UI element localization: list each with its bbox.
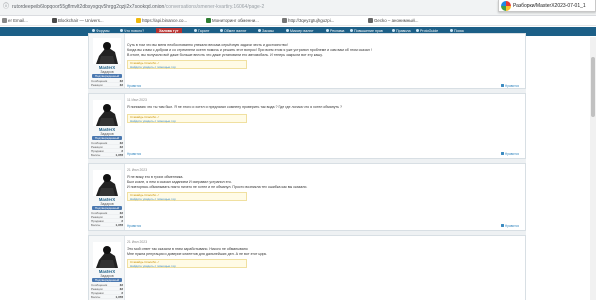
post-text: Это мой ответ так сказали в этим заработ…	[127, 247, 268, 256]
post-3-body: 21 Июл 2023 Я не вижу его в троих обменн…	[127, 164, 525, 230]
user-badge: Подтвержденный	[92, 74, 122, 78]
reply-link[interactable]: Нравится	[500, 84, 519, 88]
post-4-user: MasterX Задаров Подтвержденный Сообщения…	[89, 236, 125, 300]
nav-dot-icon	[350, 29, 353, 32]
nav-dot-icon	[392, 29, 395, 32]
nav-dot-icon	[92, 29, 95, 32]
post-date[interactable]: 21 Июл 2023	[127, 240, 147, 244]
reactions-box: Ставайдь Спасибо ✓ Найдите увидеть с пом…	[127, 60, 247, 69]
nav-dot-icon	[258, 29, 261, 32]
post-text: Суть в том что вы меня необоснованно упе…	[127, 43, 372, 57]
post-2-body: 11 Июл 2023 Я понимаю что ты там был. Я …	[127, 94, 525, 158]
nav-dot-icon	[416, 29, 419, 32]
reply-icon	[500, 84, 504, 87]
reply-icon	[500, 152, 504, 155]
avatar[interactable]	[93, 38, 121, 64]
nav-dot-icon	[220, 29, 223, 32]
user-stats: Сообщения 32 Реакции 32 Продажи 2 Баллы 1,37…	[91, 283, 123, 299]
nav-dot-icon	[120, 29, 123, 32]
reply-icon	[500, 224, 504, 227]
user-stats: Сообщения 32 Реакции 32 Продажи 2 Баллы 1,37…	[91, 141, 123, 157]
nav-dot-icon	[194, 29, 197, 32]
post-2-user: MasterX Задаров Подтвержденный Сообщения…	[89, 94, 125, 158]
post-3: MasterX Задаров Подтвержденный Сообщения…	[88, 163, 526, 231]
stat-points: Баллы 1,378	[91, 153, 123, 157]
reactions-box: Ставайдь Спасибо ✓ Найдите увидеть с пом…	[127, 259, 247, 268]
scrollbar-thumb[interactable]	[591, 57, 595, 117]
post-1: MasterX Задаров Подтвержденный Сообщения…	[88, 33, 526, 89]
nav-dot-icon	[326, 29, 329, 32]
bookmark-3[interactable]: https://api.binance.co...	[136, 18, 187, 24]
extension-popup-text: Разборки/MasterX2023-07-01_1	[513, 3, 586, 9]
url-text[interactable]: rutordeepeib6lopqoor55gflmvlt2dbsyxgqv5h…	[12, 4, 264, 11]
post-date[interactable]: 11 Июл 2023	[127, 98, 147, 102]
avatar[interactable]	[93, 242, 121, 268]
user-badge: Подтвержденный	[92, 278, 122, 282]
user-badge: Подтвержденный	[92, 136, 122, 140]
like-link[interactable]: Нравится	[127, 152, 141, 156]
bookmark-3-icon	[136, 18, 141, 23]
stat-points: Баллы 1,378	[91, 295, 123, 299]
bookmark-2-icon	[52, 18, 57, 23]
bookmark-6-icon	[368, 18, 373, 23]
bookmark-1[interactable]: er Email...	[2, 18, 28, 24]
user-stats: Сообщения 32 Реакции 32	[91, 79, 123, 87]
post-4-body: 21 Июл 2023 Это мой ответ так сказали в …	[127, 236, 525, 300]
post-3-user: MasterX Задаров Подтвержденный Сообщения…	[89, 164, 125, 230]
nav-dot-icon	[286, 29, 289, 32]
page-right-margin	[526, 37, 590, 300]
post-4: MasterX Задаров Подтвержденный Сообщения…	[88, 235, 526, 300]
bookmark-2[interactable]: Blockchair — Univers...	[52, 18, 104, 24]
bookmark-1-icon	[2, 18, 7, 23]
post-date[interactable]: 21 Июл 2023	[127, 168, 147, 172]
page-left-margin	[0, 37, 88, 300]
reactions-box: Ставайдь Спасибо ✓ Найдите увидеть с пом…	[127, 192, 247, 201]
extension-popup[interactable]: Разборки/MasterX2023-07-01_1	[498, 0, 596, 12]
search-icon	[450, 29, 453, 32]
user-stats: Сообщения 32 Реакции 32 Продажи 2 Баллы 1,37…	[91, 211, 123, 227]
post-text: Я понимаю что ты там был. Я не этого и х…	[127, 105, 343, 109]
reply-link[interactable]: Нравится	[500, 224, 519, 228]
avatar[interactable]	[93, 100, 121, 126]
stat-reactions: Реакции 32	[91, 83, 123, 87]
bookmark-6[interactable]: Gecko – анонимный...	[368, 18, 418, 24]
reply-link[interactable]: Нравится	[500, 152, 519, 156]
post-2: MasterX Задаров Подтвержденный Сообщения…	[88, 93, 526, 159]
post-1-user: MasterX Задаров Подтвержденный Сообщения…	[89, 34, 125, 88]
bookmark-5-icon	[282, 18, 287, 23]
like-link[interactable]: Нравится	[127, 224, 141, 228]
like-link[interactable]: Нравится	[127, 84, 141, 88]
avatar[interactable]	[93, 170, 121, 196]
page-scrollbar[interactable]	[590, 37, 596, 300]
bookmark-4-icon	[206, 18, 211, 23]
info-icon[interactable]: ⓘ	[3, 4, 10, 11]
thread-content: MasterX Задаров Подтвержденный Сообщения…	[88, 33, 526, 300]
user-badge: Подтвержденный	[92, 206, 122, 210]
bookmarks-bar: er Email... Blockchair — Univers... http…	[0, 16, 596, 26]
post-text: Я не вижу его в троих обменника. Был коз…	[127, 175, 308, 189]
post-1-body: Суть в том что вы меня необоснованно упе…	[127, 34, 525, 88]
stat-points: Баллы 1,378	[91, 223, 123, 227]
bookmark-4[interactable]: Мониторинг обменни...	[206, 18, 259, 24]
extension-logo-icon	[501, 1, 511, 11]
bookmark-5[interactable]: http://3qeyzgtujhguzpi...	[282, 18, 334, 24]
reactions-box: Ставайдь Спасибо ✓ Найдите увидеть с пом…	[127, 114, 247, 123]
